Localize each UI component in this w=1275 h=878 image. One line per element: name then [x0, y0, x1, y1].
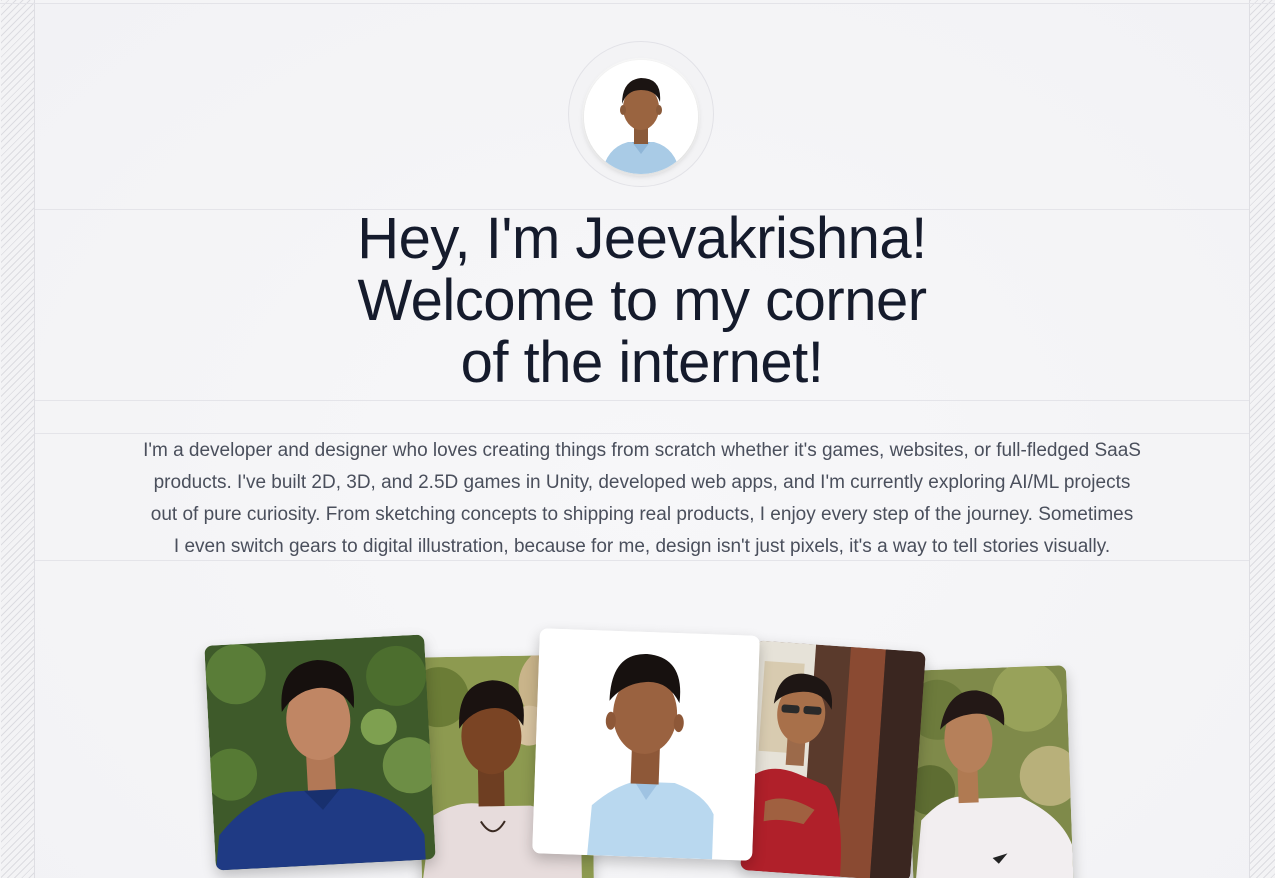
title-line: of the internet! — [460, 330, 824, 395]
photo-sunglasses-red-shirt-icon — [740, 640, 926, 878]
title-line: Hey, I'm Jeevakrishna! — [357, 206, 927, 271]
page: Hey, I'm Jeevakrishna! Welcome to my cor… — [0, 0, 1275, 878]
left-decorative-rail — [1, 0, 35, 878]
photo-card — [906, 665, 1074, 878]
right-decorative-rail — [1249, 0, 1275, 878]
page-title: Hey, I'm Jeevakrishna! Welcome to my cor… — [35, 208, 1249, 394]
divider-line — [35, 433, 1249, 434]
avatar — [584, 60, 698, 174]
photo-card — [740, 640, 926, 878]
title-line: Welcome to my corner — [357, 268, 927, 333]
bio-line: I even switch gears to digital illustrat… — [173, 536, 1111, 557]
divider-line — [35, 400, 1249, 401]
photo-garden-blue-shirt-icon — [204, 634, 436, 871]
profile-avatar-icon — [584, 60, 698, 174]
photo-profile-white-tee-icon — [906, 665, 1074, 878]
bio-line: I'm a developer and designer who loves c… — [143, 440, 1141, 461]
bio-paragraph: I'm a developer and designer who loves c… — [75, 435, 1209, 563]
photo-card — [204, 634, 436, 871]
photo-card — [532, 628, 760, 861]
bio-line: out of pure curiosity. From sketching co… — [150, 504, 1134, 525]
bio-line: products. I've built 2D, 3D, and 2.5D ga… — [153, 472, 1131, 493]
photo-studio-light-blue-shirt-icon — [532, 628, 760, 861]
